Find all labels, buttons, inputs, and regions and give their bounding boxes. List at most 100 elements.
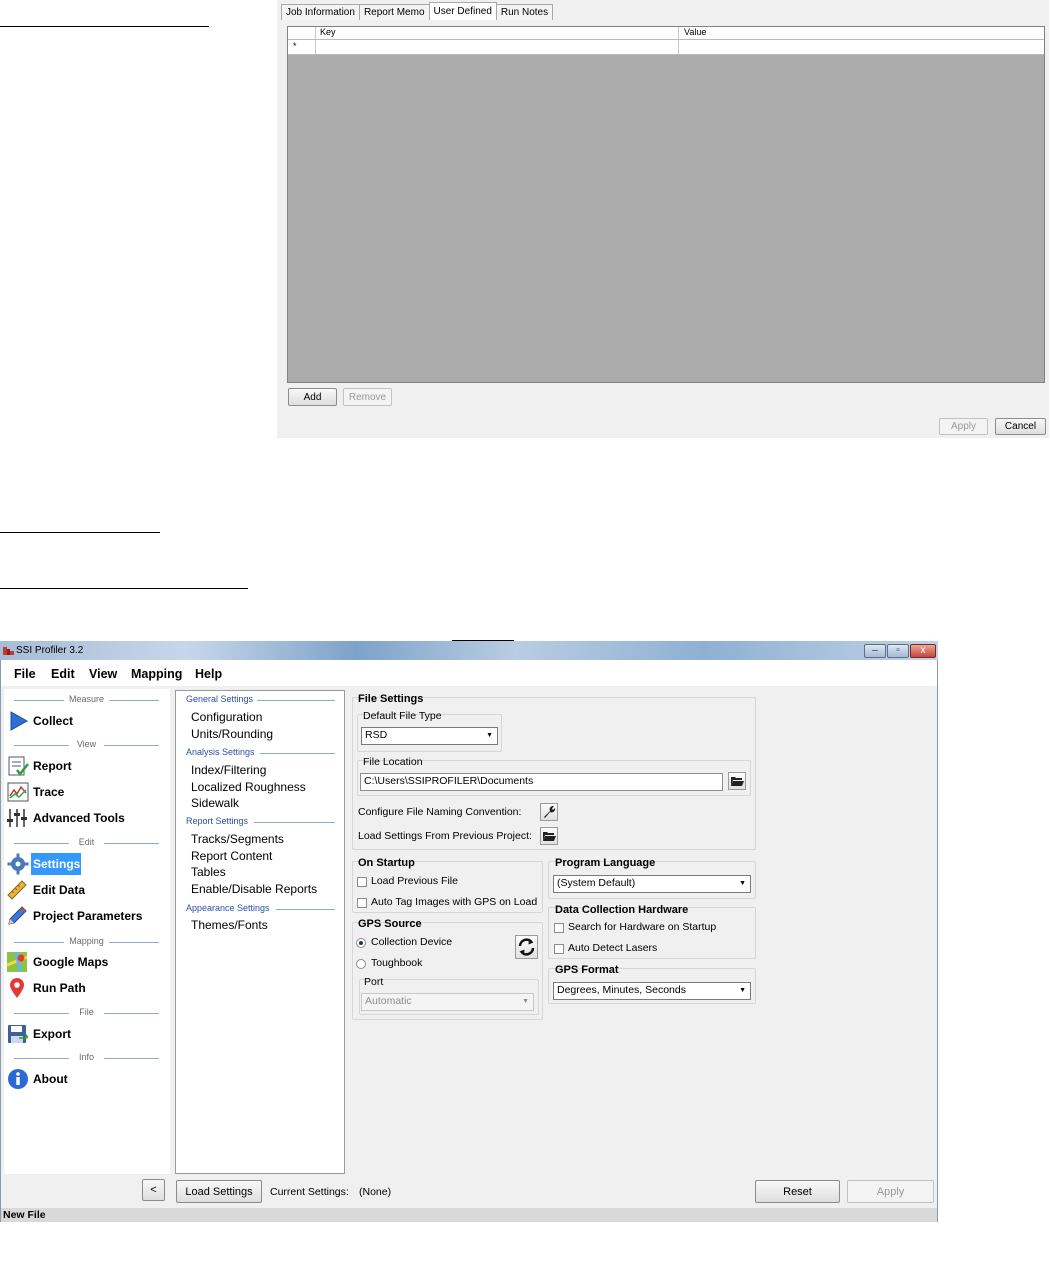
nav-item-advanced-tools[interactable]: Advanced Tools (33, 810, 125, 826)
user-defined-grid[interactable] (287, 26, 1045, 383)
settings-item-localized-roughness[interactable]: Localized Roughness (191, 780, 306, 794)
trace-chart-icon (7, 782, 29, 802)
nav-divider (104, 1058, 159, 1059)
refresh-gps-button[interactable] (515, 935, 538, 959)
nav-item-report[interactable]: Report (33, 758, 72, 774)
load-previous-settings-button[interactable] (540, 827, 558, 845)
chevron-down-icon: ▼ (486, 732, 493, 739)
auto-tag-images-checkbox[interactable] (357, 898, 367, 908)
play-arrow-icon (10, 711, 29, 731)
settings-item-configuration[interactable]: Configuration (191, 710, 262, 724)
collection-device-label: Collection Device (371, 936, 453, 948)
status-bar (1, 1208, 937, 1222)
nav-divider (14, 700, 64, 701)
list-heading-report: Report Settings (186, 816, 249, 826)
settings-item-tables[interactable]: Tables (191, 865, 226, 879)
port-dropdown[interactable]: Automatic ▼ (361, 993, 534, 1011)
settings-item-enable-disable-reports[interactable]: Enable/Disable Reports (191, 882, 317, 896)
settings-item-index-filtering[interactable]: Index/Filtering (191, 763, 266, 777)
nav-item-about[interactable]: About (33, 1071, 68, 1087)
apply-button[interactable]: Apply (847, 1180, 934, 1203)
grid-column-key[interactable]: Key (320, 27, 336, 37)
list-divider (276, 909, 335, 910)
program-language-title: Program Language (555, 857, 656, 869)
default-file-type-dropdown[interactable]: RSD ▼ (361, 727, 498, 745)
floppy-disk-icon (8, 1025, 28, 1043)
nav-item-run-path[interactable]: Run Path (33, 980, 86, 996)
menu-mapping[interactable]: Mapping (131, 667, 182, 681)
settings-item-themes-fonts[interactable]: Themes/Fonts (191, 918, 268, 932)
grid-column-value[interactable]: Value (684, 27, 706, 37)
maximize-icon[interactable]: ▫ (887, 644, 909, 658)
new-row-marker: * (293, 41, 297, 51)
grid-column-divider (678, 27, 679, 39)
tab-job-information[interactable]: Job Information (281, 4, 360, 20)
file-settings-title: File Settings (358, 693, 424, 705)
nav-heading-view: View (76, 739, 97, 749)
gps-format-dropdown[interactable]: Degrees, Minutes, Seconds ▼ (553, 982, 751, 1000)
nav-heading-mapping: Mapping (69, 936, 104, 946)
program-language-dropdown[interactable]: (System Default) ▼ (553, 875, 751, 893)
menu-edit[interactable]: Edit (51, 667, 75, 681)
load-previous-file-checkbox[interactable] (357, 877, 367, 887)
grid-new-row[interactable]: * (288, 40, 1044, 55)
search-hardware-checkbox[interactable] (554, 923, 564, 933)
chevron-down-icon: ▼ (739, 880, 746, 887)
program-language-value: (System Default) (557, 877, 636, 889)
port-value: Automatic (365, 995, 412, 1007)
settings-item-tracks-segments[interactable]: Tracks/Segments (191, 832, 284, 846)
menu-view[interactable]: View (89, 667, 117, 681)
minimize-icon[interactable]: – (864, 644, 886, 658)
dialog-cancel-button[interactable]: Cancel (995, 418, 1046, 435)
chevron-down-icon: ▼ (739, 987, 746, 994)
remove-row-button[interactable]: Remove (343, 388, 392, 406)
ruler-icon (7, 880, 27, 900)
collapse-nav-button[interactable]: < (142, 1179, 165, 1201)
tab-run-notes[interactable]: Run Notes (495, 4, 554, 20)
gps-source-title: GPS Source (358, 918, 422, 930)
nav-item-trace[interactable]: Trace (33, 784, 64, 800)
pencil-icon (8, 906, 27, 925)
reset-button[interactable]: Reset (755, 1180, 840, 1203)
menu-help[interactable]: Help (195, 667, 222, 681)
nav-divider (104, 1013, 159, 1014)
nav-heading-file: File (79, 1007, 94, 1017)
nav-item-project-parameters[interactable]: Project Parameters (33, 908, 142, 924)
close-icon[interactable]: x (910, 644, 936, 658)
list-divider (254, 822, 335, 823)
file-location-input[interactable]: C:\Users\SSIPROFILER\Documents (360, 773, 723, 791)
nav-divider (14, 843, 69, 844)
nav-divider (109, 942, 159, 943)
nav-item-settings[interactable]: Settings (33, 856, 80, 872)
tab-report-memo[interactable]: Report Memo (358, 4, 430, 20)
app-logo-icon (3, 647, 14, 655)
status-text: New File (3, 1209, 46, 1221)
browse-folder-button[interactable] (728, 772, 746, 790)
chevron-down-icon: ▼ (522, 998, 529, 1005)
load-settings-button[interactable]: Load Settings (176, 1180, 262, 1203)
dialog-apply-button[interactable]: Apply (939, 418, 988, 435)
nav-item-edit-data[interactable]: Edit Data (33, 882, 85, 898)
collection-device-radio[interactable] (356, 938, 366, 948)
settings-item-units-rounding[interactable]: Units/Rounding (191, 727, 273, 741)
current-settings-label: Current Settings: (270, 1186, 349, 1198)
nav-item-export[interactable]: Export (33, 1026, 71, 1042)
add-row-button[interactable]: Add (288, 388, 337, 406)
auto-detect-lasers-checkbox[interactable] (554, 944, 564, 954)
settings-item-report-content[interactable]: Report Content (191, 849, 272, 863)
nav-divider (104, 745, 159, 746)
port-label: Port (364, 976, 384, 988)
file-naming-button[interactable] (540, 803, 558, 821)
menu-file[interactable]: File (14, 667, 36, 681)
nav-item-google-maps[interactable]: Google Maps (33, 954, 108, 970)
list-heading-analysis: Analysis Settings (186, 747, 255, 757)
map-icon (6, 951, 28, 973)
window-title: SSI Profiler 3.2 (16, 645, 84, 656)
settings-item-sidewalk[interactable]: Sidewalk (191, 796, 239, 810)
search-hardware-label: Search for Hardware on Startup (568, 921, 717, 933)
title-bar[interactable] (0, 641, 938, 660)
nav-item-collect[interactable]: Collect (33, 713, 73, 729)
auto-detect-lasers-label: Auto Detect Lasers (568, 942, 658, 954)
toughbook-radio[interactable] (356, 959, 366, 969)
tab-user-defined[interactable]: User Defined (428, 2, 497, 20)
